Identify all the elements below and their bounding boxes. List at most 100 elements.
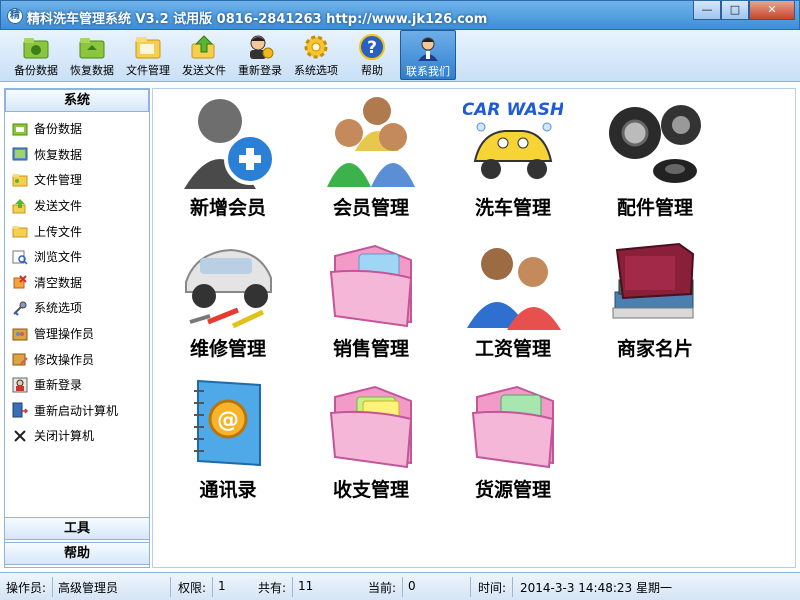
- members-icon: [327, 97, 415, 187]
- clear-icon: [13, 275, 27, 289]
- toolbar-help-button[interactable]: ? 帮助: [344, 30, 400, 80]
- status-permission-value: 1: [218, 579, 226, 593]
- tires-icon: [609, 105, 701, 183]
- tile-add-member[interactable]: 新增会员: [168, 91, 288, 221]
- status-current-value: 0: [408, 579, 416, 593]
- tile-car-wash-management[interactable]: CAR WASH 洗车管理: [453, 91, 573, 221]
- toolbar-relogin-label: 重新登录: [238, 64, 282, 77]
- admin-icon: [12, 328, 28, 341]
- sidebar-item-label: 清空数据: [34, 275, 83, 290]
- title-bar: 精 精科洗车管理系统 V3.2 试用版 0816-2841263 http://…: [0, 0, 800, 30]
- sidebar-item-edit-operators[interactable]: 修改操作员: [9, 346, 149, 372]
- sidebar-item-manage-operators[interactable]: 管理操作员: [9, 321, 149, 347]
- tile-member-management[interactable]: 会员管理: [311, 91, 431, 221]
- tile-label: 货源管理: [474, 479, 551, 501]
- status-total-value: 11: [298, 579, 314, 593]
- status-divider: [512, 577, 513, 597]
- status-operator-label: 操作员:: [6, 581, 47, 595]
- svg-text:?: ?: [367, 38, 377, 58]
- sidebar-item-shutdown[interactable]: 关闭计算机: [9, 423, 149, 449]
- contact-icon: [418, 37, 438, 61]
- restore-icon: [79, 38, 105, 59]
- window-title: 精科洗车管理系统 V3.2 试用版 0816-2841263 http://ww…: [27, 12, 488, 27]
- sidebar-item-restart[interactable]: 重新启动计算机: [9, 398, 149, 424]
- status-divider: [402, 577, 403, 597]
- toolbar-options-label: 系统选项: [294, 64, 338, 77]
- app-logo-icon: 精: [7, 8, 23, 24]
- sidebar-section-tools[interactable]: 工具: [4, 517, 150, 540]
- minimize-button[interactable]: —: [693, 1, 721, 20]
- tile-label: 通讯录: [199, 479, 257, 501]
- pink-folder-icon: [471, 385, 555, 469]
- sidebar-item-browse-file[interactable]: 浏览文件: [9, 244, 149, 270]
- tile-supply-management[interactable]: 货源管理: [453, 373, 573, 503]
- status-divider: [212, 577, 213, 597]
- relogin-icon: [250, 35, 274, 59]
- tile-address-book[interactable]: @ 通讯录: [168, 373, 288, 503]
- sidebar-item-relogin[interactable]: 重新登录: [9, 372, 149, 398]
- toolbar-options-button[interactable]: 系统选项: [288, 30, 344, 80]
- sidebar-item-label: 系统选项: [34, 301, 83, 316]
- tile-salary-management[interactable]: 工资管理: [453, 232, 573, 362]
- toolbar-backup-button[interactable]: 备份数据: [8, 30, 64, 80]
- tile-repair-management[interactable]: 维修管理: [168, 232, 288, 362]
- sidebar-item-label: 重新登录: [34, 378, 83, 393]
- repair-icon: [185, 248, 272, 329]
- tile-merchant-cards[interactable]: 商家名片: [595, 232, 715, 362]
- sidebar-item-file-manager[interactable]: 文件管理: [9, 167, 149, 193]
- sidebar-item-label: 恢复数据: [34, 147, 83, 162]
- sidebar-section-help[interactable]: 帮助: [4, 542, 150, 565]
- upload-icon: [12, 226, 28, 238]
- status-total-label: 共有:: [258, 581, 287, 595]
- tile-label: 洗车管理: [474, 197, 551, 219]
- toolbar-relogin-button[interactable]: 重新登录: [232, 30, 288, 80]
- car-wash-icon: CAR WASH: [463, 100, 563, 179]
- tile-income-expense[interactable]: 收支管理: [311, 373, 431, 503]
- tile-label: 新增会员: [189, 197, 266, 219]
- status-divider: [470, 577, 471, 597]
- sidebar-item-send-file[interactable]: 发送文件: [9, 193, 149, 219]
- browse-icon: [12, 250, 28, 265]
- toolbar-file-manager-button[interactable]: 文件管理: [120, 30, 176, 80]
- add-member-icon: [184, 99, 276, 189]
- toolbar-file-manager-label: 文件管理: [126, 64, 170, 77]
- toolbar-send-file-button[interactable]: 发送文件: [176, 30, 232, 80]
- restore-icon: [12, 147, 28, 161]
- sidebar-section-system[interactable]: 系统: [5, 89, 149, 112]
- sidebar-item-label: 管理操作员: [34, 327, 95, 342]
- sidebar-item-clear-data[interactable]: 清空数据: [9, 270, 149, 296]
- sidebar-item-restore[interactable]: 恢复数据: [9, 142, 149, 168]
- status-current-label: 当前:: [368, 581, 397, 595]
- toolbar-contact-button[interactable]: 联系我们: [400, 30, 456, 80]
- close-button[interactable]: ✕: [749, 1, 795, 20]
- sidebar-item-label: 发送文件: [34, 199, 83, 214]
- restart-icon: [12, 402, 28, 418]
- maximize-button[interactable]: □: [721, 1, 749, 20]
- sidebar-item-label: 修改操作员: [34, 352, 95, 367]
- tile-label: 工资管理: [474, 338, 551, 360]
- tile-sales-management[interactable]: 销售管理: [311, 232, 431, 362]
- main-panel: 新增会员 会员管理 CAR WASH 洗车管理 配件管理 维修管理 销售管理 工…: [152, 88, 796, 568]
- sidebar-items: 备份数据 恢复数据 文件管理 发送文件 上传文件 浏览文件 清空数据 系统选项: [5, 112, 149, 449]
- window-controls: — □ ✕: [693, 1, 795, 21]
- sidebar-item-upload-file[interactable]: 上传文件: [9, 218, 149, 244]
- tile-label: 会员管理: [332, 197, 409, 219]
- edit-user-icon: [12, 353, 28, 366]
- gear-icon: [13, 301, 27, 316]
- status-divider: [52, 577, 53, 597]
- tile-parts-management[interactable]: 配件管理: [595, 91, 715, 221]
- shutdown-icon: [14, 430, 26, 442]
- pink-folder-icon: [329, 385, 413, 469]
- help-icon: ?: [359, 34, 385, 60]
- tile-label: 配件管理: [616, 197, 693, 219]
- sidebar-item-backup[interactable]: 备份数据: [9, 116, 149, 142]
- toolbar-contact-label: 联系我们: [406, 65, 450, 78]
- toolbar-backup-label: 备份数据: [14, 64, 58, 77]
- gear-icon: [304, 35, 328, 59]
- status-operator-value: 高级管理员: [58, 581, 119, 595]
- tile-label: 维修管理: [189, 338, 266, 360]
- sidebar-item-options[interactable]: 系统选项: [9, 295, 149, 321]
- status-divider: [292, 577, 293, 597]
- sidebar-item-label: 备份数据: [34, 122, 83, 137]
- toolbar-restore-button[interactable]: 恢复数据: [64, 30, 120, 80]
